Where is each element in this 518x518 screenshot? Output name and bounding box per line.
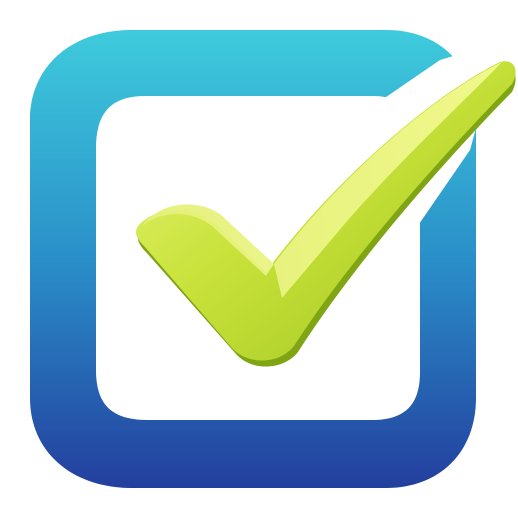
app-icon <box>0 0 518 518</box>
checkbox-checked-icon <box>30 30 516 488</box>
